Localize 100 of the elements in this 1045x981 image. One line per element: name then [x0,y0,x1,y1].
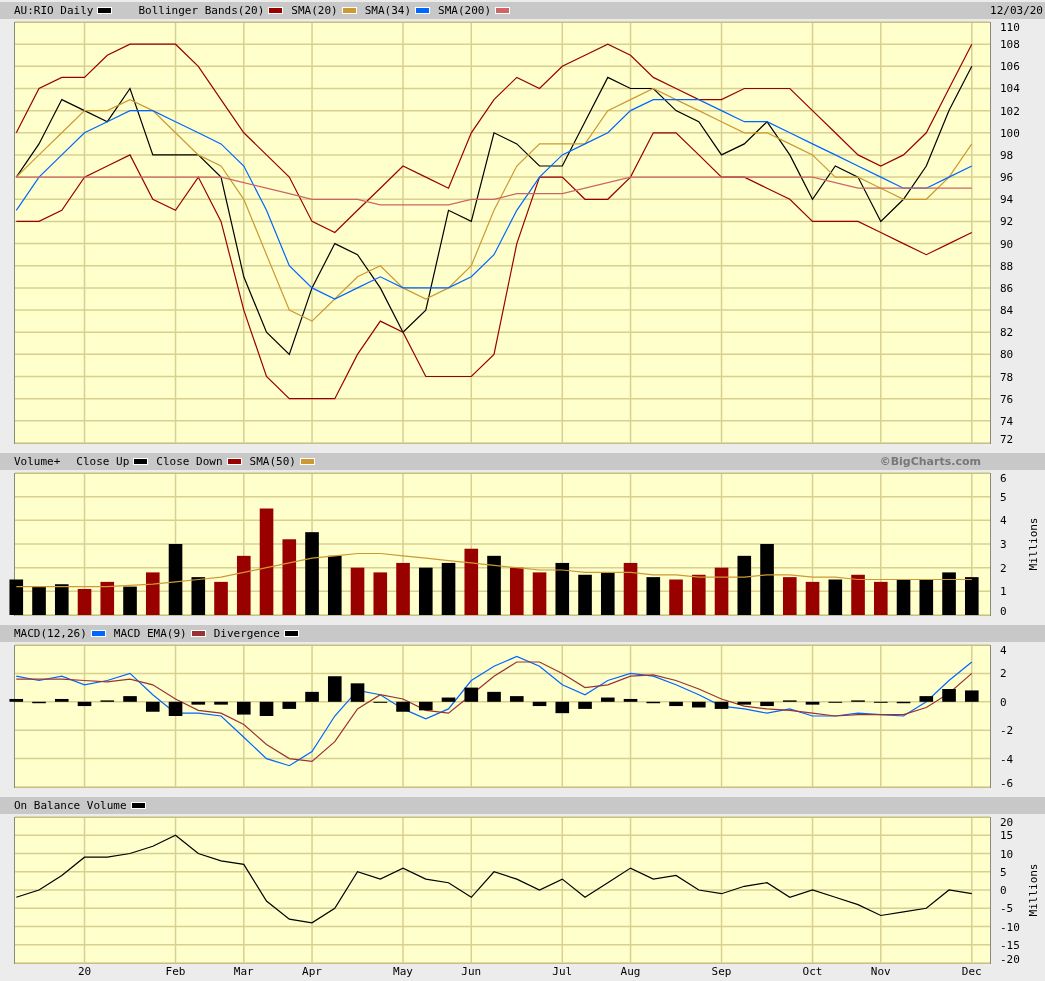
axis-tick-label: Nov [870,965,891,979]
chart-bar [145,701,160,712]
axis-tick-label: 106 [1000,60,1020,74]
axis-tick-label: 88 [1000,259,1014,273]
legend-label: SMA(200) [438,3,492,18]
chart-bar [464,548,479,615]
chart-bar [510,696,524,702]
axis-tick-label: 86 [1000,281,1014,295]
axis-tick-label: Sep [711,965,732,979]
axis-tick-label: Feb [165,965,186,979]
chart-bar [578,701,592,709]
axis-tick-label: -15 [1000,938,1020,952]
axis-tick-label: -4 [1000,752,1014,766]
chart-bar [760,544,774,615]
axis-tick-label: 100 [1000,126,1020,140]
axis-tick-label: 80 [1000,348,1014,362]
chart-bar [805,701,820,705]
chart-bar [646,701,661,704]
axis-tick-label: 1 [1000,585,1007,599]
chart-bar [714,701,729,709]
legend-label: SMA(20) [291,3,338,18]
chart-bar [623,698,638,702]
axis-tick-label: 92 [1000,215,1014,229]
chart-bar [9,698,24,702]
chart-bar [419,701,433,711]
axis-tick-label: 108 [1000,38,1020,52]
axis-tick-label: -2 [1000,724,1014,738]
chart-note: ©BigCharts.com [879,454,981,469]
chart-bar [555,562,570,615]
axis-tick-label: Jun [461,965,482,979]
axis-tick-label: 5 [1000,865,1007,879]
chart-bar [760,701,774,707]
legend-label: On Balance Volume [14,798,127,813]
chart-title: Volume+ [14,454,61,469]
legend-label: Close Down [156,454,223,469]
chart-bar [828,579,843,615]
chart-note: 12/03/20 [990,3,1043,18]
axis-tick-label: 102 [1000,104,1020,118]
chart-bar [214,581,228,615]
axis-tick-label: 4 [1000,644,1007,657]
axis-tick-label: 98 [1000,148,1014,162]
axis-tick-label: 5 [1000,490,1007,504]
chart-bar [191,701,206,705]
chart-bar [123,696,137,702]
legend-label: MACD EMA(9) [113,626,187,641]
axis-tick-label: 2 [1000,561,1007,575]
axis-label: Millions [1027,517,1040,571]
chart-bar [305,691,319,702]
chart-bar [919,579,934,615]
chart-bar [77,701,92,707]
chart-bar [441,697,456,702]
chart-bar [942,689,956,702]
chart-bar [396,701,410,712]
legend-label: Divergence [213,626,280,641]
axis-tick-label: 2 [1000,667,1007,681]
axis-tick-label: 84 [1000,304,1014,318]
chart-bar [669,579,683,615]
chart-bar [646,577,661,615]
chart-bar [373,572,388,615]
chart-bar [214,701,228,705]
chart-bar [487,555,501,615]
legend-label: SMA(34) [364,3,412,18]
chart-bar [487,691,501,702]
axis-label: Millions [1027,863,1040,917]
axis-tick-label: -6 [1000,777,1014,790]
chart-bar [282,701,297,709]
axis-tick-label: 3 [1000,538,1007,551]
axis-tick-label: Aug [620,965,641,979]
axis-tick-label: Dec [961,965,982,979]
chart-bar [191,577,206,615]
legend-label: Close Up [76,454,130,469]
chart-bar [532,701,547,707]
chart-bar [578,574,592,615]
axis-tick-label: May [393,965,413,979]
chart-bar [601,697,615,702]
axis-tick-label: 20 [1000,816,1014,829]
axis-tick-label: 0 [1000,884,1007,897]
chart-bar [100,581,115,615]
chart-bar [851,574,865,615]
axis-tick-label: 72 [1000,433,1014,446]
axis-tick-label: 104 [1000,82,1020,96]
axis-tick-label: 74 [1000,414,1014,428]
chart-bar [32,701,46,704]
axis-tick-label: Apr [302,965,322,979]
axis-tick-label: 10 [1000,847,1014,861]
chart-bar [896,701,911,704]
axis-tick-label: 20 [77,965,92,979]
axis-tick-label: 4 [1000,514,1007,528]
axis-tick-label: -10 [1000,920,1020,934]
chart-bar [919,696,934,702]
chart-bar [692,701,706,708]
chart-bar [737,701,752,705]
axis-tick-label: 78 [1000,370,1014,384]
axis-tick-label: 0 [1000,605,1007,618]
chart-bar [669,701,683,707]
axis-tick-label: 82 [1000,326,1014,340]
chart-bar [54,698,69,702]
axis-tick-label: 15 [1000,829,1014,843]
legend-label: MACD(12,26) [14,626,87,641]
axis-tick-label: -20 [1000,953,1020,966]
